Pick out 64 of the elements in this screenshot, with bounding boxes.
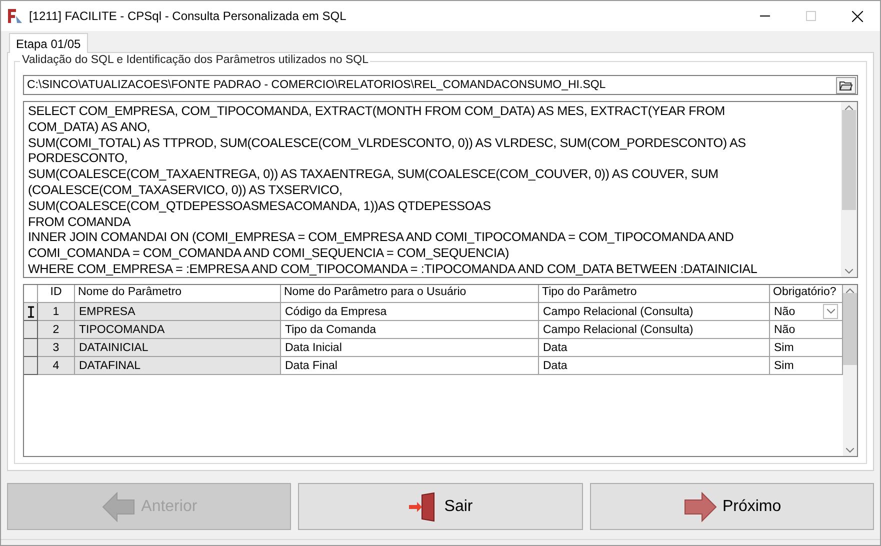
sql-line: COMI_COMANDA = COM_COMANDA AND COMI_SEQUENCIA = COM_SEQUENCIA): [28, 246, 510, 262]
table-cell: Data: [539, 357, 770, 375]
column-header: Obrigatório?: [770, 285, 843, 303]
sql-line: COM_DATA) AS ANO,: [28, 120, 152, 136]
left-arrow-icon: [101, 490, 138, 522]
group-title: Validação do SQL e Identificação dos Parâmetros utilizados no SQL: [20, 54, 370, 66]
table-cell: Não: [770, 321, 843, 339]
table-cell: Campo Relacional (Consulta): [539, 321, 770, 339]
table-cell: TIPOCOMANDA: [75, 321, 281, 339]
table-cell: Data Inicial: [281, 339, 539, 357]
maximize-icon: [806, 11, 816, 21]
table-cell: Data: [539, 339, 770, 357]
sql-line: PORDESCONTO,: [28, 151, 129, 168]
sql-line: FROM COMANDA: [28, 214, 132, 230]
file-path-field[interactable]: C:\SINCO\ATUALIZACOES\FONTE PADRAO - COMERCIO\RELATORIOS\REL_COMANDACONSUMO_HI.SQL: [23, 75, 858, 95]
app-logo-icon: [7, 8, 23, 24]
table-cell: 1: [38, 303, 75, 321]
column-header: Tipo do Parâmetro: [539, 285, 770, 303]
table-cell: 4: [38, 357, 75, 375]
table-cell: EMPRESA: [75, 303, 281, 321]
sql-line: SUM(COALESCE(COM_TAXAENTREGA, 0)) AS TAXAENTREGA, SUM(COALESCE(COM_COUVER, 0)) AS COUVER, SUM: [28, 167, 720, 183]
table-cell: DATAINICIAL: [75, 339, 281, 357]
chevron-up-icon: [846, 288, 854, 293]
table-cell: Sim: [770, 357, 843, 375]
scrollbar[interactable]: [841, 102, 857, 277]
row-indicator[interactable]: [24, 339, 38, 357]
column-header: Nome do Parâmetro para o Usuário: [281, 285, 539, 303]
row-indicator[interactable]: [24, 321, 38, 339]
sql-line: SELECT COM_EMPRESA, COM_TIPOCOMANDA, EXTRACT(MONTH FROM COM_DATA) AS MES, EXTRACT(YEAR FROM: [28, 104, 726, 120]
header-corner: [24, 285, 38, 303]
dropdown-button[interactable]: [823, 304, 838, 319]
sql-editor[interactable]: [23, 101, 858, 278]
table-cell: 3: [38, 339, 75, 357]
sql-line: INNER JOIN COMANDAI ON (COMI_EMPRESA = COM_EMPRESA AND COMI_TIPOCOMANDA = COM_TIPOCOMANDA AND: [28, 230, 735, 246]
exit-button[interactable]: Sair: [298, 483, 583, 530]
sql-line: SUM(COMI_TOTAL) AS TTPROD, SUM(COALESCE(COM_VLRDESCONTO, 0)) AS VLRDESC, SUM(COM_PORDESCONTO) AS: [28, 136, 747, 152]
cell-value: Não: [774, 306, 796, 318]
table-cell: Tipo da Comanda: [281, 321, 539, 339]
row-indicator[interactable]: [24, 357, 38, 375]
chevron-down-icon: [845, 269, 853, 274]
window-title: [1211] FACILITE - CPSql - Consulta Personalizada em SQL: [29, 9, 348, 23]
close-icon: [852, 10, 862, 22]
table-cell: DATAFINAL: [75, 357, 281, 375]
sql-line: SUM(COALESCE(COM_QTDEPESSOASMESACOMANDA, 1))AS QTDEPESSOAS: [28, 198, 492, 215]
table-cell: 2: [38, 321, 75, 339]
table-cell: Data Final: [281, 357, 539, 375]
table-cell: Campo Relacional (Consulta): [539, 303, 770, 321]
sql-line: WHERE COM_EMPRESA = :EMPRESA AND COM_TIPOCOMANDA = :TIPOCOMANDA AND COM_DATA BETWEEN :DATAINICIAL: [28, 262, 758, 277]
sql-line: (COALESCE(COM_TAXASERVICO, 0)) AS TXSERVICO,: [28, 182, 344, 199]
right-arrow-icon: [682, 490, 718, 522]
chevron-down-icon: [846, 448, 854, 453]
row-cursor-indicator[interactable]: [24, 303, 38, 321]
dropdown-cell[interactable]: Não: [770, 303, 843, 321]
column-header: Nome do Parâmetro: [75, 285, 281, 303]
next-button[interactable]: Próximo: [590, 483, 874, 530]
text-cursor-icon: [28, 306, 34, 318]
column-header: ID: [38, 285, 75, 303]
open-folder-button[interactable]: [836, 76, 856, 94]
scrollbar[interactable]: [843, 285, 857, 456]
tab[interactable]: Etapa 01/05: [9, 33, 88, 53]
chevron-up-icon: [845, 105, 853, 110]
chevron-down-icon: [826, 309, 834, 314]
table-cell: Sim: [770, 339, 843, 357]
table-cell: Código da Empresa: [281, 303, 539, 321]
